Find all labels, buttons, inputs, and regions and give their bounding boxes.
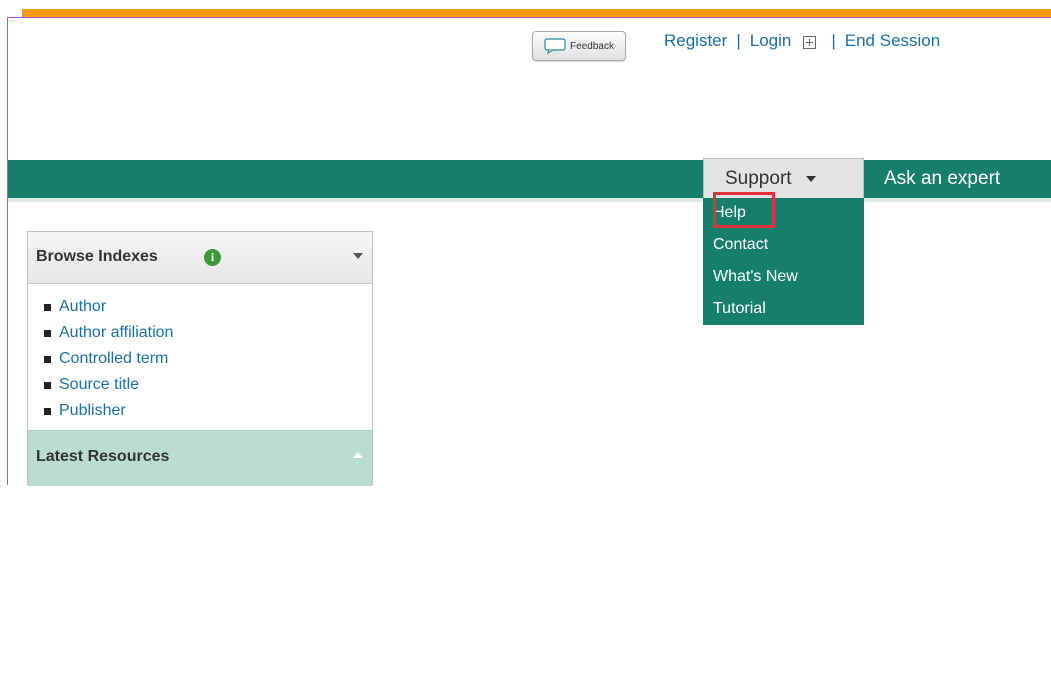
support-dropdown: Help Contact What's New Tutorial [703, 198, 864, 325]
speech-bubble-icon [544, 38, 566, 54]
frame-border-left [7, 17, 8, 485]
expand-plus-icon[interactable] [803, 35, 817, 49]
browse-item-controlled-term[interactable]: Controlled term [44, 346, 173, 372]
browse-indexes-panel: Browse Indexes i Author Author affiliati… [27, 231, 373, 685]
nav-support-label: Support [725, 167, 792, 189]
latest-resources-title: Latest Resources [36, 448, 170, 465]
menu-item-contact[interactable]: Contact [713, 236, 768, 254]
frame-border-top [7, 17, 1051, 18]
bullet-icon [44, 407, 51, 415]
browse-item-author-affiliation[interactable]: Author affiliation [44, 320, 173, 346]
bullet-icon [44, 329, 51, 337]
browse-item-label: Author affiliation [59, 324, 174, 341]
browse-item-publisher[interactable]: Publisher [44, 398, 173, 424]
top-accent-bar [22, 9, 1051, 17]
feedback-label: Feedback [570, 40, 614, 52]
register-link[interactable]: Register [664, 31, 727, 51]
bullet-icon [44, 303, 51, 311]
browse-index-list: Author Author affiliation Controlled ter… [44, 294, 173, 424]
link-separator: | [831, 31, 836, 50]
collapse-chevron-icon[interactable] [353, 253, 363, 259]
nav-bar-shadow [8, 198, 1051, 202]
browse-item-label: Source title [59, 376, 140, 393]
browse-item-author[interactable]: Author [44, 294, 173, 320]
nav-ask-an-expert[interactable]: Ask an expert [884, 160, 1000, 198]
menu-item-help[interactable]: Help [713, 204, 746, 222]
end-session-link[interactable]: End Session [845, 31, 940, 51]
info-icon[interactable]: i [204, 249, 221, 266]
chevron-down-icon [805, 175, 816, 182]
browse-item-source-title[interactable]: Source title [44, 372, 173, 398]
expand-chevron-icon[interactable] [353, 452, 363, 458]
latest-resources-header[interactable]: Latest Resources [28, 430, 372, 685]
nav-support-menu[interactable]: Support [703, 158, 864, 198]
feedback-button[interactable]: Feedback [532, 31, 626, 61]
browse-indexes-title: Browse Indexes [36, 248, 158, 265]
login-link[interactable]: Login [750, 31, 792, 51]
account-links: Register | Login | End Session [664, 31, 940, 51]
browse-item-label: Controlled term [59, 350, 169, 367]
link-separator: | [736, 31, 741, 50]
bullet-icon [44, 355, 51, 363]
browse-item-label: Author [59, 298, 107, 315]
browse-indexes-header[interactable]: Browse Indexes i [28, 232, 372, 284]
bullet-icon [44, 381, 51, 389]
panel-divider [28, 681, 372, 685]
browse-item-label: Publisher [59, 402, 126, 419]
menu-item-tutorial[interactable]: Tutorial [713, 300, 766, 318]
menu-item-whats-new[interactable]: What's New [713, 268, 798, 286]
